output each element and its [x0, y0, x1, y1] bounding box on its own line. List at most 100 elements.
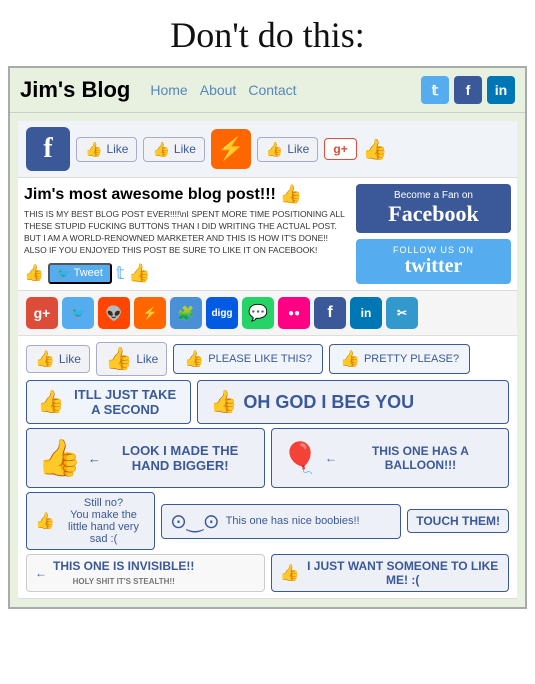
gplus-icon: g+: [333, 142, 347, 156]
oh-god-label: OH GOD I BEG YOU: [243, 392, 414, 413]
like-button-2[interactable]: 👍 Like: [143, 137, 204, 162]
social-icons-row: g+ 🐦 👽 ⚡ 🧩 digg 💬 ●● f in ✂: [18, 291, 517, 336]
arrow-hand: ←: [88, 451, 101, 466]
boobs-button[interactable]: ⊙‿⊙ This one has nice boobies!!: [161, 504, 401, 539]
digg-icon[interactable]: digg: [206, 297, 238, 329]
still-no-thumb: 👍: [35, 511, 55, 531]
big-thumb-icon: 👍: [37, 437, 82, 479]
still-no-label: Still no?You make the little hand very s…: [61, 497, 146, 545]
post-thumb-icon: 👍: [280, 184, 302, 205]
like-label-row1-b: Like: [136, 352, 158, 366]
like-me-button[interactable]: 👍 I JUST WANT SOMEONE TO LIKE ME! :(: [271, 554, 510, 592]
become-fan-label: Become a Fan on: [366, 190, 501, 201]
twitter-icon[interactable]: 🐦: [62, 297, 94, 329]
rss-icon: ⚡: [211, 129, 251, 169]
please-like-button[interactable]: 👍 PLEASE LIKE THIS?: [173, 344, 323, 374]
google-plus-button[interactable]: g+: [324, 138, 356, 160]
touch-button[interactable]: TOUCH THEM!: [407, 509, 509, 533]
thumb-row1-a: 👍: [35, 349, 55, 369]
post-body: THIS IS MY BEST BLOG POST EVER!!!!\nI SP…: [24, 209, 350, 257]
linkedin-nav-icon[interactable]: in: [487, 76, 515, 104]
itll-button[interactable]: 👍 ITLL JUST TAKE A SECOND: [26, 380, 191, 424]
post-left: Jim's most awesome blog post!!! 👍 THIS I…: [24, 184, 350, 284]
boobs-row: 👍 Still no?You make the little hand very…: [26, 492, 509, 550]
twitter-nav-icon[interactable]: 𝕥: [421, 76, 449, 104]
whatsapp-icon[interactable]: 💬: [242, 297, 274, 329]
delicious-icon[interactable]: ✂: [386, 297, 418, 329]
content-area: f 👍 Like 👍 Like ⚡ 👍 Like g+ 👍: [18, 121, 517, 599]
twitter-follow-box[interactable]: Follow Us On twitter: [356, 239, 511, 284]
like-button-1[interactable]: 👍 Like: [76, 137, 137, 162]
pretty-please-label: PRETTY PLEASE?: [364, 353, 459, 365]
itll-thumb: 👍: [37, 389, 64, 415]
balloon-icon: 🎈: [282, 441, 319, 476]
facebook-fan-name: Facebook: [366, 201, 501, 227]
follow-us-label: Follow Us On: [366, 245, 501, 255]
post-section: Jim's most awesome blog post!!! 👍 THIS I…: [18, 178, 517, 291]
post-right: Become a Fan on Facebook Follow Us On tw…: [356, 184, 511, 284]
nav-links: Home About Contact: [150, 82, 411, 98]
post-social-row: 👍 🐦 Tweet 𝕥 👍: [24, 263, 350, 284]
hand-row: 👍 ← LOOK I MADE THE HAND BIGGER! 🎈 ← THI…: [26, 428, 509, 488]
pretty-thumb: 👍: [340, 349, 360, 369]
puzzle-icon[interactable]: 🧩: [170, 297, 202, 329]
facebook-fan-box[interactable]: Become a Fan on Facebook: [356, 184, 511, 233]
beg-row: 👍 ITLL JUST TAKE A SECOND 👍 OH GOD I BEG…: [26, 380, 509, 424]
like-label-1: Like: [106, 142, 128, 156]
invisible-content: THIS ONE IS INVISIBLE!! HOLY SHIT IT'S S…: [53, 559, 194, 587]
tweet-button[interactable]: 🐦 Tweet: [48, 263, 112, 284]
post-thumb-right: 👍: [128, 263, 150, 284]
post-thumb-small: 👍: [24, 263, 44, 283]
thumb-icon-1: 👍: [85, 141, 102, 158]
buttons-row-1: 👍 Like 👍 Like 👍 PLEASE LIKE THIS? 👍 PRET…: [26, 342, 509, 376]
buttons-section: 👍 Like 👍 Like 👍 PLEASE LIKE THIS? 👍 PRET…: [18, 336, 517, 599]
reddit-icon[interactable]: 👽: [98, 297, 130, 329]
like-button-row1-b[interactable]: 👍 Like: [96, 342, 167, 376]
invisible-button[interactable]: ← THIS ONE IS INVISIBLE!! HOLY SHIT IT'S…: [26, 554, 265, 592]
flickr-icon[interactable]: ●●: [278, 297, 310, 329]
boobs-label: This one has nice boobies!!: [226, 515, 360, 527]
like-button-3[interactable]: 👍 Like: [257, 137, 318, 162]
google-plus-icon[interactable]: g+: [26, 297, 58, 329]
touch-label: TOUCH THEM!: [416, 514, 500, 528]
post-title-text: Jim's most awesome blog post!!!: [24, 186, 276, 204]
arrow-balloon: ←: [325, 451, 337, 465]
itll-label: ITLL JUST TAKE A SECOND: [70, 387, 180, 417]
nav-icons: 𝕥 f in: [421, 76, 515, 104]
oh-god-button[interactable]: 👍 OH GOD I BEG YOU: [197, 380, 509, 424]
blog-container: Jim's Blog Home About Contact 𝕥 f in f 👍…: [8, 66, 527, 609]
page-title: Don't do this:: [0, 0, 535, 66]
nav-contact[interactable]: Contact: [248, 82, 296, 98]
facebook-nav-icon[interactable]: f: [454, 76, 482, 104]
still-no-button[interactable]: 👍 Still no?You make the little hand very…: [26, 492, 155, 550]
like-me-thumb: 👍: [280, 563, 300, 583]
rss-icon-2[interactable]: ⚡: [134, 297, 166, 329]
pretty-please-button[interactable]: 👍 PRETTY PLEASE?: [329, 344, 470, 374]
twitter-small-icon: 𝕥: [116, 263, 124, 284]
oh-god-thumb: 👍: [210, 389, 237, 415]
thumb-icon-3: 👍: [266, 141, 283, 158]
thumb-row1-b: 👍: [105, 346, 132, 372]
facebook-icon-2[interactable]: f: [314, 297, 346, 329]
thumb-icon-extra: 👍: [363, 137, 388, 162]
blog-title: Jim's Blog: [20, 77, 130, 103]
hand-bigger-button[interactable]: 👍 ← LOOK I MADE THE HAND BIGGER!: [26, 428, 265, 488]
nav-about[interactable]: About: [200, 82, 237, 98]
invisible-label: THIS ONE IS INVISIBLE!!: [53, 559, 194, 573]
nav-bar: Jim's Blog Home About Contact 𝕥 f in: [10, 68, 525, 113]
please-label: PLEASE LIKE THIS?: [208, 353, 312, 365]
post-title: Jim's most awesome blog post!!! 👍: [24, 184, 350, 205]
tweet-label: Tweet: [74, 267, 103, 279]
invisible-row: ← THIS ONE IS INVISIBLE!! HOLY SHIT IT'S…: [26, 554, 509, 592]
like-button-row1-a[interactable]: 👍 Like: [26, 345, 90, 373]
thumb-icon-2: 👍: [152, 141, 169, 158]
invisible-sublabel: HOLY SHIT IT'S STEALTH!!: [73, 577, 175, 586]
like-me-label: I JUST WANT SOMEONE TO LIKE ME! :(: [305, 559, 500, 587]
like-label-2: Like: [174, 142, 196, 156]
balloon-label: THIS ONE HAS A BALLOON!!!: [343, 444, 498, 472]
please-thumb: 👍: [184, 349, 204, 369]
balloon-button[interactable]: 🎈 ← THIS ONE HAS A BALLOON!!!: [271, 428, 510, 488]
nav-home[interactable]: Home: [150, 82, 187, 98]
boobs-icon: ⊙‿⊙: [170, 509, 220, 534]
linkedin-icon-2[interactable]: in: [350, 297, 382, 329]
